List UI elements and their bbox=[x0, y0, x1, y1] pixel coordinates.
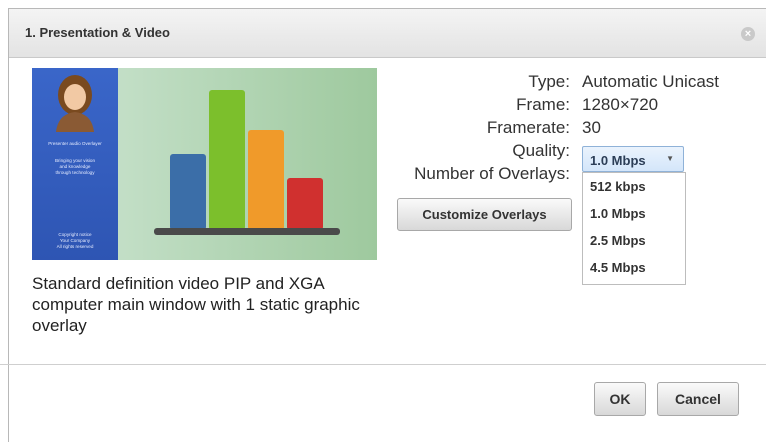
quality-option[interactable]: 1.0 Mbps bbox=[583, 200, 685, 227]
quality-option[interactable]: 512 kbps bbox=[583, 173, 685, 200]
property-values: Automatic Unicast 1280×720 30 bbox=[582, 70, 752, 139]
preview-sidebar-line: All rights reserved bbox=[56, 244, 94, 249]
preview-sidebar-line: through technology bbox=[55, 170, 95, 175]
framerate-label: Framerate: bbox=[486, 118, 570, 137]
cancel-button[interactable]: Cancel bbox=[657, 382, 739, 416]
quality-label: Quality: bbox=[512, 141, 570, 160]
layout-preview-image: Presenter audio Overlayer Bringing your … bbox=[32, 68, 377, 260]
graphic-bar-green bbox=[209, 90, 245, 230]
quality-option[interactable]: 4.5 Mbps bbox=[583, 254, 685, 281]
chevron-down-icon: ▼ bbox=[666, 154, 674, 163]
quality-selected-value: 1.0 Mbps bbox=[590, 153, 646, 168]
preview-sidebar: Presenter audio Overlayer Bringing your … bbox=[32, 68, 118, 260]
ok-button[interactable]: OK bbox=[594, 382, 646, 416]
framerate-value: 30 bbox=[582, 118, 601, 137]
bar-graphic bbox=[154, 90, 340, 235]
overlays-label: Number of Overlays: bbox=[414, 164, 570, 183]
property-labels: Type: Frame: Framerate: Quality: Number … bbox=[380, 70, 570, 185]
dialog-titlebar: 1. Presentation & Video × bbox=[9, 9, 766, 58]
frame-label: Frame: bbox=[516, 95, 570, 114]
graphic-bar-orange bbox=[248, 130, 284, 230]
presenter-avatar-icon bbox=[56, 75, 94, 132]
preview-sidebar-line: Presenter audio Overlayer bbox=[48, 141, 102, 146]
graphic-bar-red bbox=[287, 178, 323, 230]
type-label: Type: bbox=[528, 72, 570, 91]
customize-overlays-button[interactable]: Customize Overlays bbox=[397, 198, 572, 231]
quality-dropdown: 512 kbps 1.0 Mbps 2.5 Mbps 4.5 Mbps bbox=[582, 172, 686, 285]
quality-option[interactable]: 2.5 Mbps bbox=[583, 227, 685, 254]
close-icon[interactable]: × bbox=[741, 27, 755, 41]
type-value: Automatic Unicast bbox=[582, 72, 719, 91]
dialog-title: 1. Presentation & Video bbox=[25, 25, 170, 40]
graphic-base bbox=[154, 228, 340, 235]
footer-divider bbox=[0, 364, 766, 365]
frame-value: 1280×720 bbox=[582, 95, 659, 114]
layout-description: Standard definition video PIP and XGA co… bbox=[32, 274, 360, 335]
quality-select[interactable]: 1.0 Mbps ▼ bbox=[582, 146, 684, 172]
graphic-bar-blue bbox=[170, 154, 206, 230]
